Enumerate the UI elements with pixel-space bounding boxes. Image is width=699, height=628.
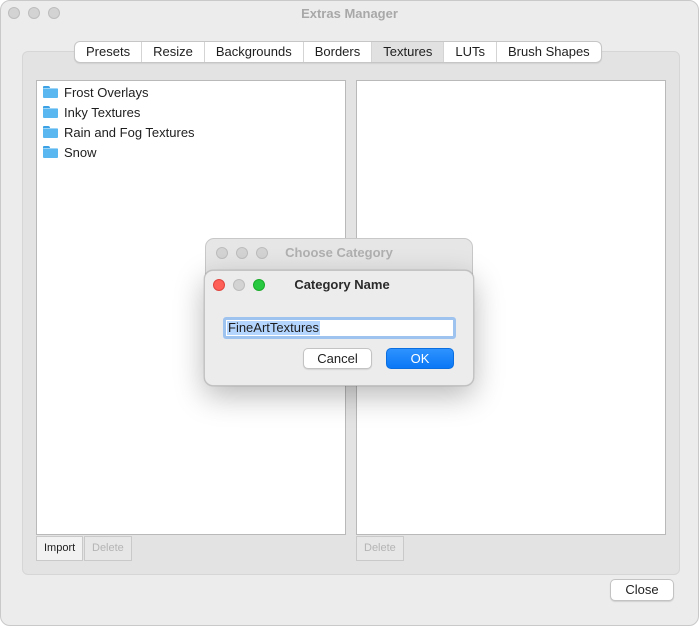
tab-brush-shapes[interactable]: Brush Shapes: [497, 42, 601, 62]
title-bar[interactable]: Extras Manager: [1, 1, 698, 27]
delete-item-button[interactable]: Delete: [356, 536, 404, 561]
import-button[interactable]: Import: [36, 536, 84, 561]
dialog-title: Category Name: [294, 277, 390, 292]
list-item[interactable]: Frost Overlays: [43, 83, 149, 101]
tab-resize[interactable]: Resize: [142, 42, 205, 62]
category-name-value: FineArtTextures: [227, 320, 321, 335]
ok-button[interactable]: OK: [386, 348, 454, 369]
list-item[interactable]: Rain and Fog Textures: [43, 123, 195, 141]
category-tabs: Presets Resize Backgrounds Borders Textu…: [74, 41, 602, 63]
tab-textures[interactable]: Textures: [372, 42, 445, 62]
tab-presets[interactable]: Presets: [75, 42, 143, 62]
close-button[interactable]: Close: [610, 579, 674, 601]
folder-icon: [43, 146, 58, 158]
list-item-label: Inky Textures: [64, 104, 141, 120]
category-name-dialog: Category Name FineArtTextures Cancel OK: [204, 270, 474, 386]
list-item-label: Rain and Fog Textures: [64, 124, 195, 140]
tab-borders[interactable]: Borders: [304, 42, 373, 62]
cancel-button[interactable]: Cancel: [303, 348, 372, 369]
list-item-label: Frost Overlays: [64, 84, 149, 100]
dialog-title: Choose Category: [285, 245, 393, 260]
category-name-field[interactable]: FineArtTextures: [223, 317, 456, 339]
tab-luts[interactable]: LUTs: [444, 42, 498, 62]
folder-icon: [43, 106, 58, 118]
delete-category-button[interactable]: Delete: [84, 536, 132, 561]
list-item[interactable]: Inky Textures: [43, 103, 140, 121]
folder-icon: [43, 126, 58, 138]
list-item-label: Snow: [64, 144, 97, 160]
window-title: Extras Manager: [301, 6, 398, 21]
tab-backgrounds[interactable]: Backgrounds: [205, 42, 304, 62]
list-item[interactable]: Snow: [43, 143, 97, 161]
folder-icon: [43, 86, 58, 98]
